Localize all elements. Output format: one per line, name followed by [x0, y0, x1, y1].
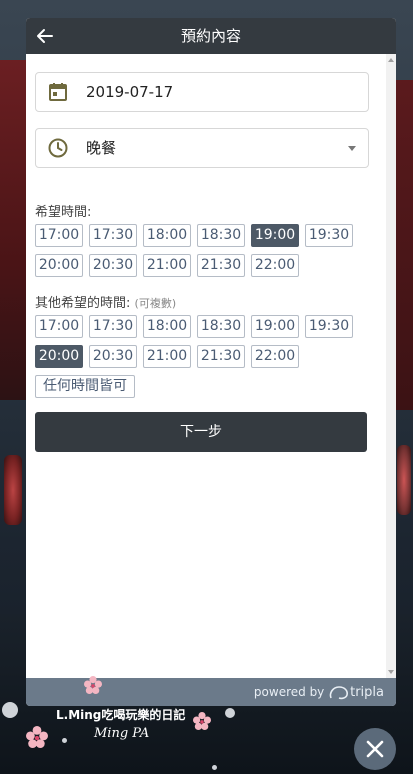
- blossom-icon: [84, 676, 102, 694]
- background-building-left: [0, 60, 26, 400]
- other-time-slot[interactable]: 19:00: [251, 315, 299, 338]
- scrollbar[interactable]: [386, 54, 396, 678]
- close-button[interactable]: [354, 728, 396, 770]
- preferred-time-label-text: 希望時間:: [35, 205, 92, 220]
- other-time-slot[interactable]: 17:00: [35, 315, 83, 338]
- background-lantern-left: [4, 455, 22, 525]
- preferred-time-slot[interactable]: 18:30: [197, 224, 245, 247]
- tripla-brand: tripla: [350, 685, 384, 700]
- preferred-time-slot[interactable]: 22:00: [251, 254, 299, 277]
- decor-dot: [62, 738, 67, 743]
- preferred-time-slot[interactable]: 19:30: [305, 224, 353, 247]
- any-time-slot[interactable]: 任何時間皆可: [35, 375, 135, 398]
- other-time-slot[interactable]: 18:00: [143, 315, 191, 338]
- preferred-time-label: 希望時間:: [35, 201, 91, 220]
- scroll-down-icon[interactable]: [388, 670, 394, 674]
- meal-value: 晚餐: [86, 139, 117, 157]
- tripla-logo-icon: [329, 685, 349, 699]
- decor-dot: [225, 708, 235, 718]
- other-time-slot[interactable]: 21:00: [143, 345, 191, 368]
- close-icon: [366, 740, 384, 758]
- other-time-slot[interactable]: 19:30: [305, 315, 353, 338]
- preferred-time-slot[interactable]: 20:30: [89, 254, 137, 277]
- preferred-time-slot[interactable]: 19:00: [251, 224, 299, 247]
- modal-footer: powered by tripla: [26, 678, 396, 706]
- modal-content: 2019-07-17 晚餐 希望時間: 17:00 17:30 18:00 18:30…: [26, 54, 386, 678]
- other-time-slot[interactable]: 18:30: [197, 315, 245, 338]
- blossom-icon: [193, 712, 211, 730]
- other-time-slot[interactable]: 20:00: [35, 345, 83, 368]
- background-building-right: [395, 80, 413, 410]
- meal-select[interactable]: 晚餐: [35, 128, 369, 168]
- date-value: 2019-07-17: [86, 83, 174, 101]
- modal-header: 預約內容: [26, 18, 396, 54]
- preferred-time-slot[interactable]: 17:00: [35, 224, 83, 247]
- decor-dot: [2, 702, 18, 718]
- preferred-time-slot[interactable]: 21:30: [197, 254, 245, 277]
- preferred-time-slot[interactable]: 17:30: [89, 224, 137, 247]
- multiple-hint: (可複數): [134, 297, 177, 310]
- page-title: 預約內容: [180, 27, 241, 45]
- other-time-label-text: 其他希望的時間:: [35, 296, 131, 311]
- other-time-slot[interactable]: 21:30: [197, 345, 245, 368]
- scroll-up-icon[interactable]: [388, 58, 394, 62]
- background-lantern-right: [397, 445, 411, 515]
- calendar-icon: [49, 83, 67, 101]
- other-time-slot[interactable]: 20:30: [89, 345, 137, 368]
- blossom-icon: [26, 726, 48, 748]
- other-time-label: 其他希望的時間: (可複數): [35, 292, 176, 311]
- other-time-slot[interactable]: 17:30: [89, 315, 137, 338]
- preferred-time-slot[interactable]: 20:00: [35, 254, 83, 277]
- powered-by[interactable]: powered by tripla: [254, 678, 384, 706]
- preferred-time-slot[interactable]: 18:00: [143, 224, 191, 247]
- date-field[interactable]: 2019-07-17: [35, 72, 369, 112]
- watermark-title: L.Ming吃喝玩樂的日記: [56, 708, 186, 722]
- decor-dot: [212, 765, 217, 770]
- clock-icon: [48, 138, 68, 158]
- reservation-modal: 預約內容 2019-07-17 晚餐 希望時間: 17:00 17:30 18:00…: [26, 18, 396, 706]
- powered-by-text: powered by: [253, 685, 325, 699]
- chevron-down-icon: [348, 146, 356, 151]
- other-time-slot[interactable]: 22:00: [251, 345, 299, 368]
- watermark-signature: Ming PA: [94, 726, 150, 741]
- preferred-time-slot[interactable]: 21:00: [143, 254, 191, 277]
- next-step-button[interactable]: 下一步: [35, 412, 367, 452]
